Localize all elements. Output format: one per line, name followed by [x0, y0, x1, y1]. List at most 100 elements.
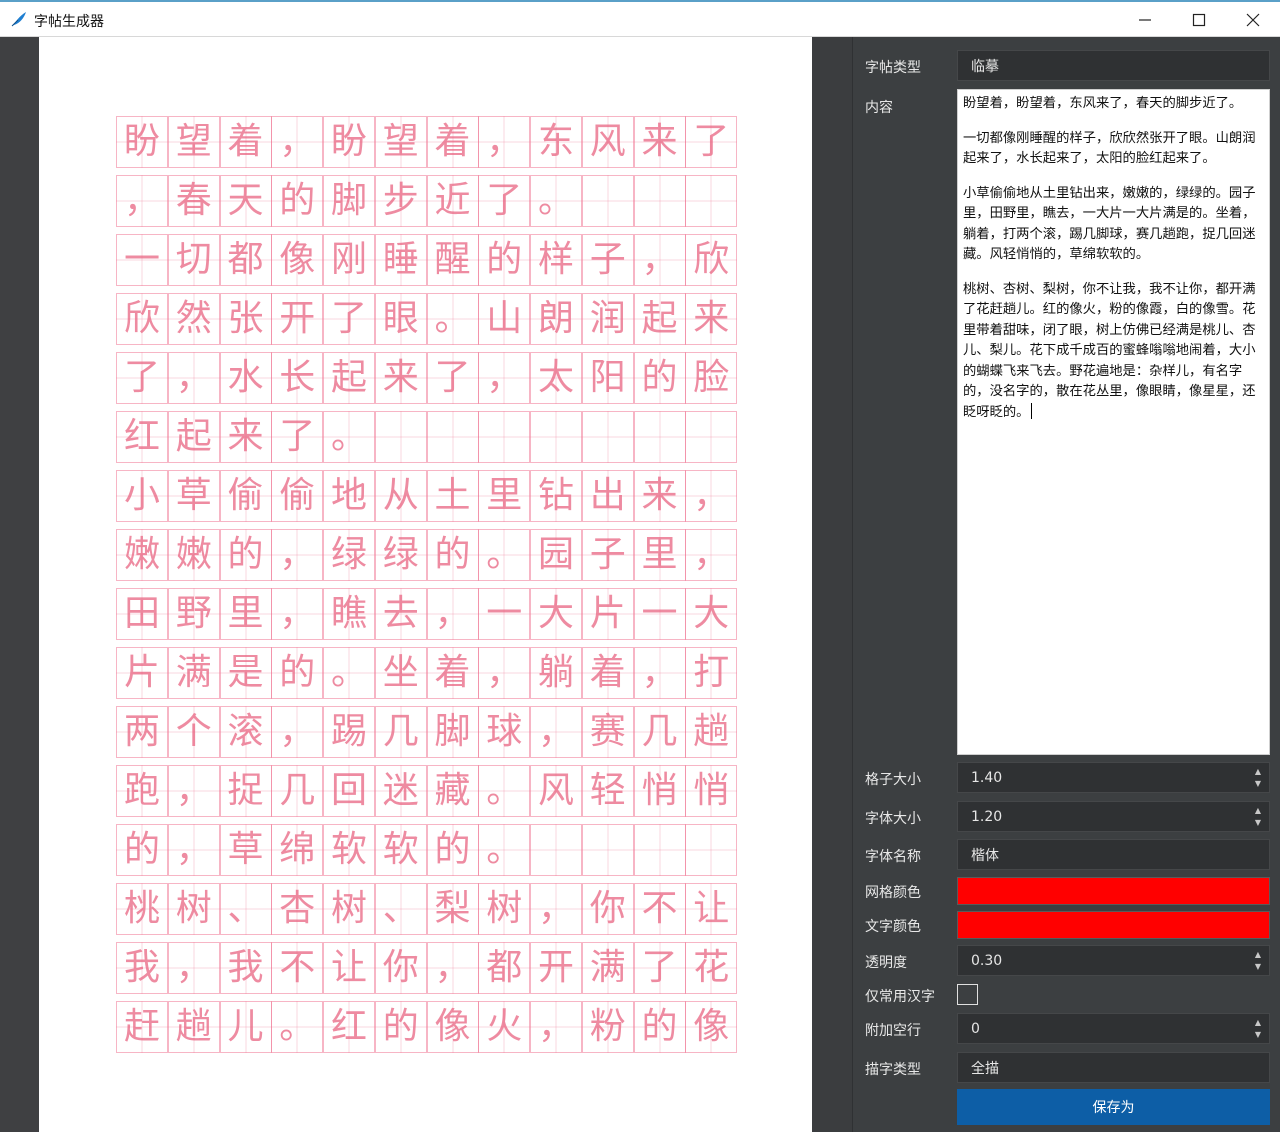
grid-cell: 偷	[219, 470, 272, 522]
grid-cell: ，	[271, 706, 324, 758]
grid-cell: 着	[219, 116, 272, 168]
opacity-spinbox[interactable]: 0.30 ▲ ▼	[957, 945, 1270, 976]
grid-cell: 野	[167, 588, 220, 640]
grid-cell: 眼	[374, 293, 427, 345]
grid-cell: 一	[478, 588, 531, 640]
grid-row: 盼望着，盼望着，东风来了	[116, 116, 738, 168]
grid-cell: 了	[323, 293, 375, 345]
grid-cell: 去	[374, 588, 427, 640]
grid-cell: 。	[426, 293, 479, 345]
grid-cell: 几	[374, 706, 427, 758]
grid-cell: 阳	[581, 352, 634, 404]
text-color-swatch[interactable]	[957, 911, 1270, 939]
minimize-icon	[1139, 18, 1151, 21]
grid-cell: 的	[478, 234, 531, 286]
save-as-button[interactable]: 保存为	[957, 1089, 1270, 1125]
grid-cell: 田	[116, 588, 168, 640]
grid-row: 红起来了。	[116, 411, 738, 463]
font-name-select[interactable]: 楷体	[957, 839, 1270, 870]
type-select[interactable]: 临摹	[957, 50, 1270, 81]
grid-cell: ，	[271, 588, 324, 640]
grid-cell: 望	[167, 116, 220, 168]
font-name-label: 字体名称	[865, 849, 921, 865]
chevron-up-icon[interactable]: ▲	[1251, 805, 1265, 817]
grid-row: 片满是的。坐着，躺着，打	[116, 647, 738, 699]
grid-cell: 脚	[323, 175, 375, 227]
font-size-spinbox[interactable]: 1.20 ▲ ▼	[957, 801, 1270, 832]
grid-cell: 来	[633, 470, 686, 522]
grid-cell: 园	[530, 529, 582, 581]
grid-cell: 望	[374, 116, 427, 168]
maximize-button[interactable]	[1172, 2, 1226, 37]
grid-cell: 。	[323, 647, 375, 699]
chevron-down-icon[interactable]: ▼	[1251, 778, 1265, 790]
grid-cell: 踢	[323, 706, 375, 758]
grid-cell: 绿	[374, 529, 427, 581]
maximize-icon	[1192, 13, 1206, 26]
grid-cell: 花	[685, 942, 738, 994]
grid-size-value: 1.40	[971, 769, 1003, 786]
grid-cell: 迷	[374, 765, 427, 817]
grid-cell: ，	[530, 706, 582, 758]
common-only-checkbox[interactable]	[957, 984, 978, 1005]
grid-cell: 回	[323, 765, 375, 817]
grid-cell: 长	[271, 352, 324, 404]
grid-cell: 从	[374, 470, 427, 522]
chevron-up-icon[interactable]: ▲	[1251, 766, 1265, 778]
grid-cell: 的	[374, 1001, 427, 1053]
grid-cell: 一	[633, 588, 686, 640]
grid-row: 田野里，瞧去，一大片一大	[116, 588, 738, 640]
grid-cell: 绵	[271, 824, 324, 876]
grid-cell: 都	[478, 942, 531, 994]
close-icon	[1246, 13, 1260, 26]
spin-arrows[interactable]: ▲ ▼	[1251, 805, 1265, 829]
grid-row: 小草偷偷地从土里钻出来，	[116, 470, 738, 522]
left-margin	[0, 37, 39, 1132]
close-button[interactable]	[1226, 2, 1280, 37]
grid-cell: 一	[116, 234, 168, 286]
grid-size-spinbox[interactable]: 1.40 ▲ ▼	[957, 762, 1270, 793]
grid-cell: 藏	[426, 765, 479, 817]
grid-cell	[685, 824, 738, 876]
chevron-down-icon[interactable]: ▼	[1251, 1029, 1265, 1041]
grid-cell: 我	[219, 942, 272, 994]
grid-cell: 。	[323, 411, 375, 463]
grid-cell: 切	[167, 234, 220, 286]
grid-cell: 刚	[323, 234, 375, 286]
grid-cell: 像	[685, 1001, 738, 1053]
grid-cell: 悄	[633, 765, 686, 817]
common-only-label: 仅常用汉字	[865, 989, 935, 1005]
extra-lines-spinbox[interactable]: 0 ▲ ▼	[957, 1013, 1270, 1044]
grid-cell: 开	[271, 293, 324, 345]
spin-arrows[interactable]: ▲ ▼	[1251, 1017, 1265, 1041]
grid-cell: 球	[478, 706, 531, 758]
minimize-button[interactable]	[1118, 2, 1172, 37]
grid-cell: 树	[167, 883, 220, 935]
trace-type-select[interactable]: 全描	[957, 1052, 1270, 1083]
spin-arrows[interactable]: ▲ ▼	[1251, 949, 1265, 973]
grid-size-label: 格子大小	[865, 772, 921, 788]
grid-cell: 近	[426, 175, 479, 227]
grid-cell: ，	[426, 942, 479, 994]
splitter[interactable]	[812, 37, 853, 1132]
grid-cell	[633, 411, 686, 463]
chevron-up-icon[interactable]: ▲	[1251, 949, 1265, 961]
grid-cell: 土	[426, 470, 479, 522]
grid-cell: 满	[167, 647, 220, 699]
grid-cell: 来	[685, 293, 738, 345]
grid-color-swatch[interactable]	[957, 877, 1270, 905]
grid-cell	[581, 824, 634, 876]
grid-cell: 轻	[581, 765, 634, 817]
grid-cell: 春	[167, 175, 220, 227]
chevron-down-icon[interactable]: ▼	[1251, 817, 1265, 829]
chevron-down-icon[interactable]: ▼	[1251, 961, 1265, 973]
chevron-up-icon[interactable]: ▲	[1251, 1017, 1265, 1029]
spin-arrows[interactable]: ▲ ▼	[1251, 766, 1265, 790]
grid-cell: ，	[271, 529, 324, 581]
content-textarea[interactable]: 盼望着，盼望着，东风来了，春天的脚步近了。 一切都像刚睡醒的样子，欣欣然张开了眼…	[957, 89, 1270, 755]
grid-row: ，春天的脚步近了。	[116, 175, 738, 227]
grid-row: 嫩嫩的，绿绿的。园子里，	[116, 529, 738, 581]
grid-cell: 杏	[271, 883, 324, 935]
grid-cell: 瞧	[323, 588, 375, 640]
grid-cell: 的	[426, 824, 479, 876]
